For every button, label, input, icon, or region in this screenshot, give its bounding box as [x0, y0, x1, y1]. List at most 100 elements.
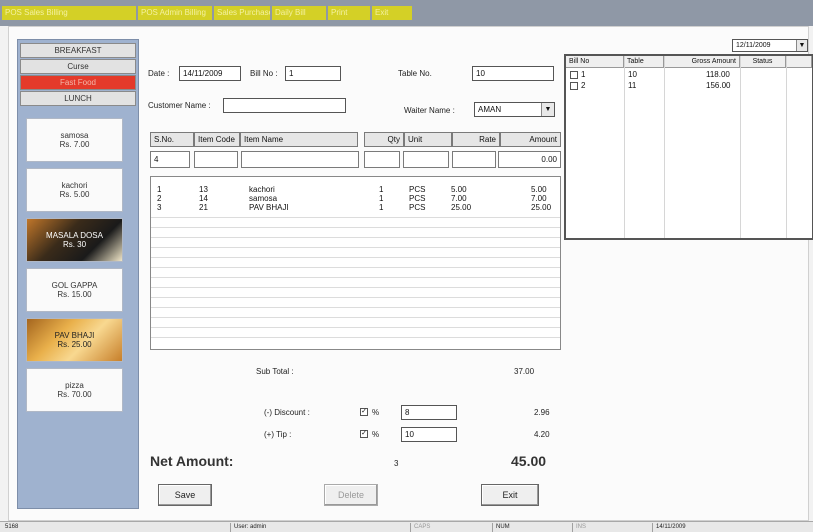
status-user: User: admin	[230, 523, 410, 532]
tip-rate-field[interactable]: 10	[401, 427, 457, 442]
category-curse[interactable]: Curse	[20, 59, 136, 74]
bill-amount: 118.00	[706, 70, 730, 79]
date-label: Date :	[148, 69, 170, 78]
menu-item-name: samosa	[60, 131, 89, 140]
subtotal-label: Sub Total :	[256, 367, 294, 376]
billing-window: BREAKFAST Curse Fast Food LUNCH samosa R…	[8, 26, 813, 521]
tip-value: 4.20	[534, 430, 550, 439]
col-header-rate: Rate	[452, 132, 500, 147]
menu-item-name: kachori	[61, 181, 88, 190]
waiter-name-select[interactable]: AMAN ▼	[474, 102, 555, 117]
menu-item-masala-dosa[interactable]: MASALA DOSA Rs. 30	[26, 218, 123, 262]
menu-pos-admin[interactable]: POS Admin Billing	[138, 6, 212, 20]
chevron-down-icon[interactable]: ▼	[541, 103, 554, 116]
category-fast-food[interactable]: Fast Food	[20, 75, 136, 90]
bills-col-gross-amount: Gross Amount	[664, 56, 740, 68]
menu-sidebar: BREAKFAST Curse Fast Food LUNCH samosa R…	[17, 39, 139, 509]
status-id: 5168	[5, 524, 19, 530]
discount-rate-field[interactable]: 8	[401, 405, 457, 420]
col-header-item-name: Item Name	[240, 132, 358, 147]
col-header-amount: Amount	[500, 132, 561, 147]
bills-list[interactable]: Bill No Table Gross Amount Status 1 10 1…	[564, 54, 813, 240]
customer-name-label: Customer Name :	[148, 101, 211, 110]
entry-sno[interactable]: 4	[150, 151, 190, 168]
menu-item-samosa[interactable]: samosa Rs. 7.00	[26, 118, 123, 162]
category-lunch[interactable]: LUNCH	[20, 91, 136, 106]
cell-item-name: PAV BHAJI	[249, 203, 289, 212]
status-date: 14/11/2009	[652, 523, 811, 532]
bills-date-select[interactable]: 12/11/2009 ▼	[732, 39, 808, 52]
entry-item-code[interactable]	[194, 151, 238, 168]
menu-item-price: Rs. 15.00	[57, 290, 92, 299]
discount-value: 2.96	[534, 408, 550, 417]
menu-item-name: GOL GAPPA	[51, 281, 98, 290]
menu-item-gol-gappa[interactable]: GOL GAPPA Rs. 15.00	[26, 268, 123, 312]
bill-no: 2	[581, 81, 586, 90]
delete-button[interactable]: Delete	[324, 484, 378, 506]
menu-item-name: MASALA DOSA	[46, 231, 103, 240]
exit-button[interactable]: Exit	[481, 484, 539, 506]
menu-item-kachori[interactable]: kachori Rs. 5.00	[26, 168, 123, 212]
menu-daily-bill[interactable]: Daily Bill	[272, 6, 326, 20]
menu-print[interactable]: Print	[328, 6, 370, 20]
category-breakfast[interactable]: BREAKFAST	[20, 43, 136, 58]
bills-col-bill-no: Bill No	[566, 56, 624, 68]
menu-item-pizza[interactable]: pizza Rs. 70.00	[26, 368, 123, 412]
bills-row[interactable]: 1 10 118.00	[566, 70, 812, 80]
menu-sales-purchase[interactable]: Sales Purchase	[214, 6, 270, 20]
cell-qty: 1	[379, 203, 384, 212]
bills-date-value: 12/11/2009	[736, 42, 771, 49]
billing-form: Date : 14/11/2009 Bill No : 1 Table No. …	[146, 39, 564, 517]
menu-exit[interactable]: Exit	[372, 6, 412, 20]
menu-item-price: Rs. 7.00	[59, 140, 90, 149]
chevron-down-icon[interactable]: ▼	[796, 40, 807, 51]
items-grid[interactable]: 1 13 kachori 1 PCS 5.00 5.00 2 14 samosa…	[150, 176, 561, 350]
menu-item-name: PAV BHAJI	[54, 331, 95, 340]
col-header-sno: S.No.	[150, 132, 194, 147]
bill-table: 10	[628, 70, 637, 79]
entry-amount[interactable]: 0.00	[498, 151, 561, 168]
table-no-label: Table No.	[398, 69, 432, 78]
bills-row[interactable]: 2 11 156.00	[566, 81, 812, 91]
menu-pos-sales[interactable]: POS Sales Billing	[2, 6, 136, 20]
bill-no-field[interactable]: 1	[285, 66, 341, 81]
bill-select-checkbox[interactable]	[570, 71, 578, 79]
customer-name-field[interactable]	[223, 98, 346, 113]
bill-no-label: Bill No :	[250, 69, 278, 78]
net-amount-value: 45.00	[511, 453, 547, 469]
entry-rate[interactable]	[452, 151, 496, 168]
save-button[interactable]: Save	[158, 484, 212, 506]
entry-item-name[interactable]	[241, 151, 359, 168]
net-amount-label: Net Amount:	[150, 453, 234, 469]
waiter-name-value: AMAN	[478, 105, 502, 114]
bill-table: 11	[628, 81, 637, 90]
cell-sno: 3	[157, 203, 162, 212]
cell-unit: PCS	[409, 203, 426, 212]
menu-item-price: Rs. 70.00	[57, 390, 92, 399]
discount-label: (-) Discount :	[264, 408, 310, 417]
bill-amount: 156.00	[706, 81, 731, 90]
col-header-item-code: Item Code	[194, 132, 240, 147]
bill-select-checkbox[interactable]	[570, 82, 578, 90]
table-no-field[interactable]: 10	[472, 66, 554, 81]
status-ins: INS	[572, 523, 652, 532]
menu-item-price: Rs. 25.00	[57, 340, 92, 349]
net-qty: 3	[394, 459, 399, 468]
status-caps: CAPS	[410, 523, 492, 532]
menu-item-name: pizza	[65, 381, 84, 390]
discount-checkbox[interactable]: ✓	[360, 408, 368, 416]
col-header-qty: Qty	[364, 132, 404, 147]
menu-item-pav-bhaji[interactable]: PAV BHAJI Rs. 25.00	[26, 318, 123, 362]
table-row[interactable]: 3 21 PAV BHAJI 1 PCS 25.00 25.00	[151, 203, 560, 213]
menu-item-price: Rs. 5.00	[59, 190, 90, 199]
entry-unit[interactable]	[403, 151, 449, 168]
date-field[interactable]: 14/11/2009	[179, 66, 241, 81]
col-header-unit: Unit	[404, 132, 452, 147]
waiter-name-label: Waiter Name :	[404, 106, 455, 115]
cell-rate: 25.00	[451, 203, 472, 212]
cell-amount: 25.00	[531, 203, 552, 212]
tip-label: (+) Tip :	[264, 430, 292, 439]
cell-item-code: 21	[199, 203, 208, 212]
tip-checkbox[interactable]: ✓	[360, 430, 368, 438]
entry-qty[interactable]	[364, 151, 400, 168]
